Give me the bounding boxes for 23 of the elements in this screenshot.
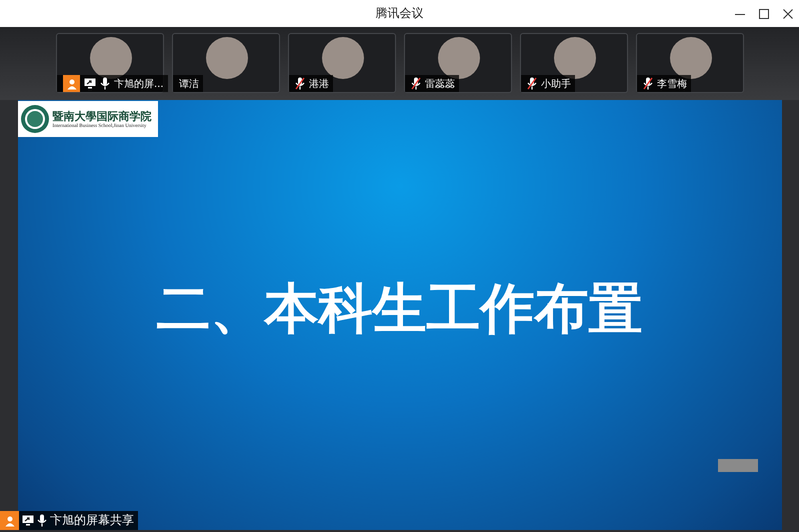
avatar xyxy=(438,37,480,79)
avatar xyxy=(206,37,248,79)
sharer-name: 卞旭的屏幕共享 xyxy=(50,512,134,529)
slide-placeholder-block xyxy=(718,459,758,472)
participant-name: 小助手 xyxy=(541,78,571,90)
window-title: 腾讯会议 xyxy=(376,5,424,22)
participant-name: 雷蕊蕊 xyxy=(425,78,455,90)
participant-name: 卞旭的屏... xyxy=(114,78,164,90)
participant-tile[interactable]: 小助手 xyxy=(520,33,628,93)
maximize-icon[interactable] xyxy=(759,8,769,18)
slide-title: 二、本科生工作布置 xyxy=(156,276,642,342)
participant-name: 港港 xyxy=(309,78,329,90)
close-icon[interactable] xyxy=(783,8,793,18)
participant-tile[interactable]: 谭洁 xyxy=(172,33,280,93)
logo-name: 暨南大學国际商学院 xyxy=(52,109,152,124)
participant-tile[interactable]: 雷蕊蕊 xyxy=(404,33,512,93)
participant-tile[interactable]: 港港 xyxy=(288,33,396,93)
participant-name: 李雪梅 xyxy=(657,78,687,90)
avatar xyxy=(554,37,596,79)
participant-name: 谭洁 xyxy=(179,78,199,90)
avatar xyxy=(322,37,364,79)
participant-tile[interactable]: 李雪梅 xyxy=(636,33,744,93)
avatar xyxy=(670,37,712,79)
